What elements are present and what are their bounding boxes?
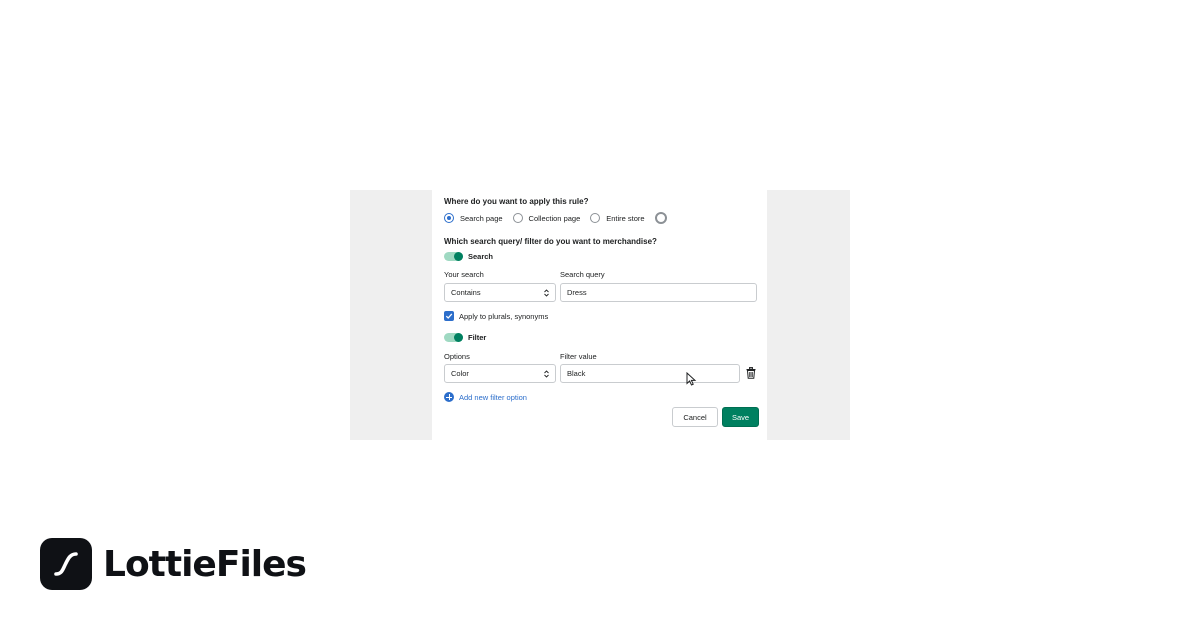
search-toggle-row[interactable]: Search xyxy=(444,252,493,261)
select-arrows-icon xyxy=(544,289,549,297)
apply-location-radio-group: Search page Collection page Entire store xyxy=(444,212,667,224)
radio-button[interactable] xyxy=(590,213,601,223)
merchandise-question: Which search query/ filter do you want t… xyxy=(444,237,657,246)
screenshot-stage: Where do you want to apply this rule? Se… xyxy=(350,190,850,440)
plurals-checkbox[interactable] xyxy=(444,311,454,321)
filter-value-text: Black xyxy=(567,369,586,378)
add-filter-option-link[interactable]: Add new filter option xyxy=(444,392,527,402)
lottiefiles-brand[interactable]: LottieFiles xyxy=(40,538,307,590)
radio-label: Entire store xyxy=(606,213,645,223)
lottiefiles-logo-icon xyxy=(40,538,92,590)
options-label: Options xyxy=(444,352,470,361)
filter-toggle[interactable] xyxy=(444,333,463,342)
options-select[interactable]: Color xyxy=(444,364,556,383)
select-arrows-icon xyxy=(544,370,549,378)
search-query-value: Dress xyxy=(567,288,587,297)
apply-question: Where do you want to apply this rule? xyxy=(444,197,589,206)
your-search-select[interactable]: Contains xyxy=(444,283,556,302)
plus-circle-icon xyxy=(444,392,454,402)
options-value: Color xyxy=(451,369,469,378)
radio-entire-store[interactable]: Entire store xyxy=(590,213,645,223)
trash-icon[interactable] xyxy=(746,367,756,379)
filter-toggle-row[interactable]: Filter xyxy=(444,333,486,342)
search-toggle-label: Search xyxy=(468,252,494,261)
search-query-input[interactable]: Dress xyxy=(560,283,757,302)
radio-label: Collection page xyxy=(528,213,581,223)
radio-label: Search page xyxy=(460,213,503,223)
radio-button[interactable] xyxy=(444,213,454,223)
plurals-checkbox-row[interactable]: Apply to plurals, synonyms xyxy=(444,311,548,321)
spinner-icon xyxy=(654,212,667,224)
merchandising-rule-form: Where do you want to apply this rule? Se… xyxy=(432,190,767,440)
search-toggle[interactable] xyxy=(444,252,463,261)
radio-collection-page[interactable]: Collection page xyxy=(512,213,581,223)
mouse-cursor-icon xyxy=(686,372,697,386)
add-filter-label: Add new filter option xyxy=(459,392,527,402)
save-button[interactable]: Save xyxy=(722,407,759,427)
filter-value-input[interactable]: Black xyxy=(560,364,740,383)
your-search-value: Contains xyxy=(451,288,481,297)
checkmark-icon xyxy=(445,313,453,319)
filter-value-label: Filter value xyxy=(560,352,597,361)
radio-search-page[interactable]: Search page xyxy=(444,213,503,223)
radio-button[interactable] xyxy=(512,213,523,223)
brand-name: LottieFiles xyxy=(103,543,307,585)
cancel-button[interactable]: Cancel xyxy=(672,407,718,427)
filter-toggle-label: Filter xyxy=(468,333,487,342)
plurals-label: Apply to plurals, synonyms xyxy=(459,311,549,321)
your-search-label: Your search xyxy=(444,270,484,279)
search-query-label: Search query xyxy=(560,270,605,279)
